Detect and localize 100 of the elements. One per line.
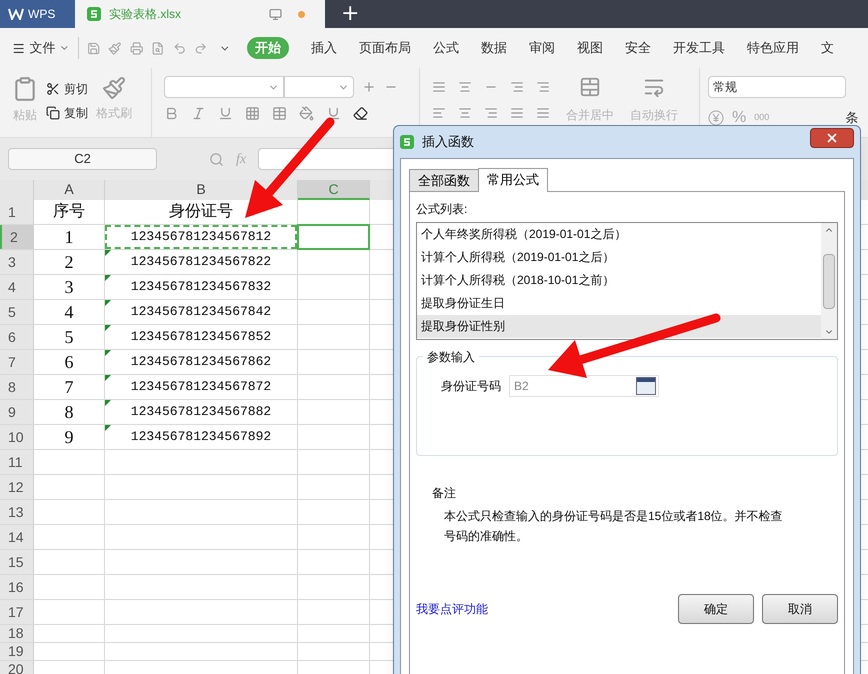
merge-icon[interactable]	[579, 76, 601, 98]
print-icon[interactable]	[130, 40, 144, 56]
formula-list-item[interactable]: 计算个人所得税（2019-01-01之后）	[417, 246, 821, 269]
row-header[interactable]: 20	[0, 661, 34, 674]
table-cell-text: 123456781234567842	[130, 303, 272, 322]
copy-button[interactable]: 复制	[64, 104, 88, 122]
ok-button[interactable]: 确定	[678, 594, 754, 624]
menu-tab[interactable]: 视图	[576, 38, 603, 58]
preview-icon[interactable]	[151, 40, 165, 56]
formula-list-item[interactable]: 提取身份证性别	[417, 315, 821, 338]
outdent-icon[interactable]	[510, 80, 524, 94]
menu-tab[interactable]: 数据	[480, 38, 507, 58]
scrollbar-thumb[interactable]	[823, 254, 835, 308]
menu-tab[interactable]: 审阅	[528, 38, 555, 58]
file-menu[interactable]: 文件	[29, 38, 56, 58]
menu-tab[interactable]: 特色应用	[746, 38, 799, 58]
redo-icon[interactable]	[194, 40, 208, 56]
menu-tab[interactable]: 公式	[432, 38, 459, 58]
underline-icon[interactable]	[218, 106, 233, 121]
brush-icon[interactable]	[108, 40, 122, 56]
row-header[interactable]: 19	[0, 643, 34, 660]
notes-title: 备注	[432, 485, 457, 502]
row-header[interactable]: 7	[0, 350, 34, 374]
copy-icon[interactable]	[46, 106, 60, 120]
row-header[interactable]: 18	[0, 625, 34, 642]
menu-tab[interactable]: 页面布局	[358, 38, 411, 58]
row-header[interactable]: 17	[0, 600, 34, 624]
undo-icon[interactable]	[172, 40, 186, 56]
dialog-tab[interactable]: 常用公式	[478, 168, 548, 192]
save-icon[interactable]	[87, 40, 100, 56]
font-name-dropdown[interactable]	[164, 76, 284, 98]
table-cell-text: 123456781234567832	[130, 278, 272, 296]
align-left-icon[interactable]	[432, 106, 446, 120]
column-header[interactable]: A	[34, 180, 105, 200]
fill-color-icon[interactable]	[299, 106, 314, 121]
eraser-icon[interactable]	[353, 106, 368, 121]
cancel-button[interactable]: 取消	[762, 594, 838, 624]
cell-style-icon[interactable]	[272, 106, 287, 121]
conditional-format-label[interactable]: 条	[845, 108, 858, 128]
scrollbar[interactable]	[821, 223, 837, 339]
row-header[interactable]: 15	[0, 550, 34, 574]
row-header[interactable]: 9	[0, 400, 34, 424]
border-icon[interactable]	[245, 106, 260, 121]
row-header[interactable]: 5	[0, 300, 34, 324]
row-header[interactable]: 2	[0, 225, 34, 249]
number-format-dropdown[interactable]: 常规	[708, 76, 846, 98]
row-header[interactable]: 14	[0, 525, 34, 549]
row-header[interactable]: 3	[0, 250, 34, 274]
spreadsheet-icon	[400, 135, 414, 149]
row-header[interactable]: 12	[0, 475, 34, 499]
close-button[interactable]	[810, 128, 854, 148]
distribute-icon[interactable]	[536, 106, 550, 120]
formula-list-item[interactable]: 提取身份证生日	[417, 292, 821, 315]
table-cell-text: 123456781234567852	[130, 328, 272, 346]
wps-logo-icon	[8, 8, 24, 20]
grow-font-icon[interactable]	[362, 80, 376, 94]
table-cell-text: 5	[64, 326, 74, 348]
row-header[interactable]: 4	[0, 275, 34, 299]
align-top-icon[interactable]	[432, 80, 446, 94]
row-header[interactable]: 8	[0, 375, 34, 399]
row-header[interactable]: 1	[0, 200, 34, 224]
menu-tab[interactable]: 插入	[310, 38, 337, 58]
table-cell-text: 4	[64, 300, 74, 324]
new-tab-button[interactable]: +	[325, 0, 376, 28]
table-cell-text: 6	[64, 350, 74, 374]
table-cell-text: 123456781234567872	[130, 378, 272, 396]
currency-icon[interactable]	[708, 110, 724, 126]
align-center-icon[interactable]	[458, 106, 472, 120]
feedback-link[interactable]: 我要点评功能	[416, 600, 670, 618]
row-header[interactable]: 13	[0, 500, 34, 524]
menu-tab[interactable]: 文	[820, 38, 834, 58]
row-header[interactable]: 11	[0, 450, 34, 474]
font-size-dropdown[interactable]	[284, 76, 354, 98]
table-cell-text: 123456781234567862	[130, 353, 272, 372]
bold-icon[interactable]	[164, 106, 179, 121]
param-input[interactable]: B2	[509, 375, 659, 397]
align-right-icon[interactable]	[484, 106, 498, 120]
range-select-icon[interactable]	[636, 377, 656, 395]
menu-tab[interactable]: 安全	[624, 38, 651, 58]
indent-icon[interactable]	[536, 80, 550, 94]
formula-list-item[interactable]: 计算个人所得税（2018-10-01之前）	[417, 269, 821, 292]
italic-icon[interactable]	[191, 106, 206, 121]
dialog-tab[interactable]: 全部函数	[409, 169, 479, 191]
cut-button[interactable]: 剪切	[64, 80, 88, 98]
table-cell-text: 身份证号	[169, 202, 233, 222]
format-painter-icon[interactable]	[102, 76, 126, 100]
zoom-icon[interactable]	[209, 152, 224, 166]
cut-icon[interactable]	[46, 82, 60, 96]
monitor-icon[interactable]	[269, 8, 282, 20]
menu-tab[interactable]: 开发工具	[672, 38, 725, 58]
notes-text: 本公式只检查输入的身份证号码是否是15位或者18位。并不检查号码的准确性。	[444, 508, 784, 545]
align-middle-icon[interactable]	[458, 80, 472, 94]
row-header[interactable]: 16	[0, 575, 34, 599]
row-header[interactable]: 6	[0, 325, 34, 349]
home-tab[interactable]: WPS	[0, 0, 75, 28]
justify-icon[interactable]	[510, 106, 524, 120]
name-box[interactable]: C2	[8, 148, 157, 170]
dialog-title: 插入函数	[422, 133, 475, 152]
formula-list-item[interactable]: 个人年终奖所得税（2019-01-01之后）	[417, 223, 821, 246]
row-header[interactable]: 10	[0, 425, 34, 449]
